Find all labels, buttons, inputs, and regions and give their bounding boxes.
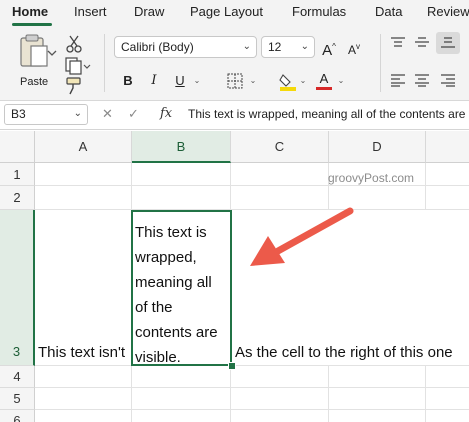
bold-button[interactable]: B [120,70,136,92]
increase-font-size-button[interactable]: A^ [320,36,338,59]
font-color-chevron-icon[interactable]: ⌄ [336,70,346,92]
paste-label: Paste [20,76,49,88]
copy-button[interactable] [64,56,91,76]
fill-color-button[interactable] [278,70,298,92]
paint-bucket-icon [279,74,296,91]
tab-page-layout[interactable]: Page Layout [190,4,263,19]
borders-icon [227,73,243,89]
font-name-select[interactable]: Calibri (Body) ⌄ [114,36,257,58]
format-painter-button[interactable] [64,76,90,96]
cancel-icon[interactable]: ✕ [102,106,113,122]
italic-button[interactable]: I [146,70,162,92]
decrease-font-icon: A [347,43,356,57]
paste-button[interactable]: Paste [14,32,58,88]
decrease-font-size-button[interactable]: Av [345,36,363,58]
format-painter-icon [66,77,81,95]
confirm-icon[interactable]: ✓ [128,106,139,122]
borders-button[interactable] [222,70,248,92]
align-center-icon[interactable] [414,73,430,87]
align-right-icon[interactable] [440,73,456,87]
align-left-icon[interactable] [390,73,406,87]
clipboard-icon [20,34,57,67]
chevron-down-icon: ⌄ [242,41,251,52]
tab-insert[interactable]: Insert [74,4,107,19]
fill-color-chevron-icon[interactable]: ⌄ [298,70,308,92]
increase-font-icon: A [322,42,333,59]
font-name-value: Calibri (Body) [121,40,194,54]
font-color-swatch [316,87,332,90]
annotation-arrow-icon [250,207,354,266]
font-size-value: 12 [268,40,282,54]
font-color-icon: A [319,71,329,86]
chevron-down-icon: ⌄ [300,41,309,52]
ribbon-home: Paste Calibri (Body) ⌄ 12 ⌄ A^ Av B I U … [0,26,469,101]
tab-data[interactable]: Data [375,4,402,19]
cut-button[interactable] [64,34,90,54]
formula-input[interactable]: This text is wrapped, meaning all of the… [188,107,469,121]
ribbon-separator [380,34,381,92]
ribbon-separator [104,34,105,92]
align-top-icon[interactable] [390,36,406,50]
tab-home[interactable]: Home [12,4,48,19]
underline-options-chevron-icon[interactable]: ⌄ [192,70,202,92]
chevron-down-icon: ⌄ [73,108,82,119]
name-box[interactable]: B3 ⌄ [4,104,88,125]
name-box-value: B3 [11,107,26,121]
tab-draw[interactable]: Draw [134,4,164,19]
align-bottom-icon [441,37,455,48]
worksheet-grid: A B C D 1 2 3 4 5 6 This text isn't As t… [0,131,469,422]
formula-bar: B3 ⌄ ✕ ✓ fx This text is wrapped, meanin… [0,101,469,130]
ribbon-tabs: Home Insert Draw Page Layout Formulas Da… [0,0,469,26]
align-middle-icon[interactable] [414,36,430,50]
font-color-button[interactable]: A [314,70,334,92]
font-size-select[interactable]: 12 ⌄ [261,36,315,58]
tab-review[interactable]: Review [427,4,469,19]
insert-function-button[interactable]: fx [160,106,172,121]
scissors-icon [66,35,82,53]
align-bottom-button[interactable] [436,32,460,54]
tab-formulas[interactable]: Formulas [292,4,346,19]
underline-button[interactable]: U [172,70,188,92]
borders-options-chevron-icon[interactable]: ⌄ [248,70,258,92]
copy-icon [65,57,91,75]
